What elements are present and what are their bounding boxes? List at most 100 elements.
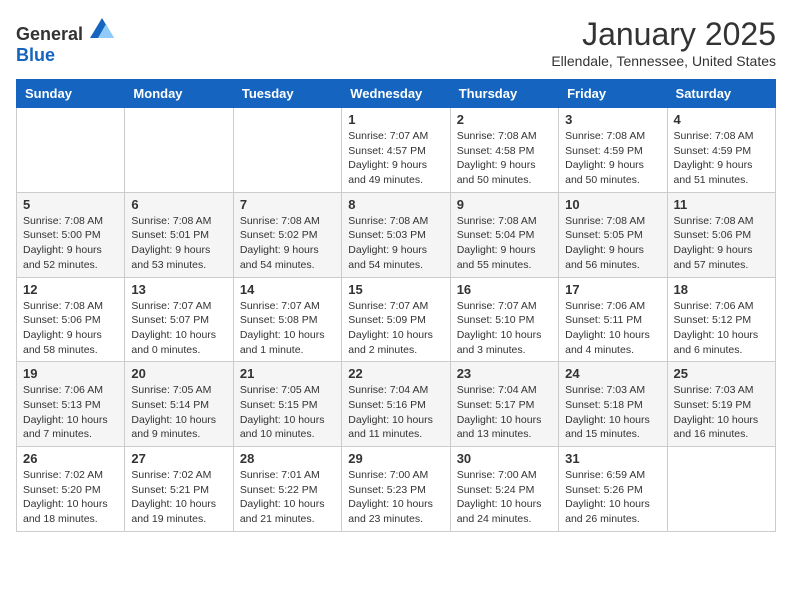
day-info: Sunrise: 7:08 AM Sunset: 5:06 PM Dayligh…	[674, 214, 769, 273]
day-info: Sunrise: 7:08 AM Sunset: 5:03 PM Dayligh…	[348, 214, 443, 273]
day-info: Sunrise: 7:00 AM Sunset: 5:24 PM Dayligh…	[457, 468, 552, 527]
day-info: Sunrise: 7:05 AM Sunset: 5:15 PM Dayligh…	[240, 383, 335, 442]
calendar-cell: 25Sunrise: 7:03 AM Sunset: 5:19 PM Dayli…	[667, 362, 775, 447]
calendar-cell: 22Sunrise: 7:04 AM Sunset: 5:16 PM Dayli…	[342, 362, 450, 447]
day-info: Sunrise: 7:08 AM Sunset: 5:01 PM Dayligh…	[131, 214, 226, 273]
calendar-cell: 13 Sunrise: 7:07 AM Sunset: 5:07 PM Dayli…	[125, 277, 233, 362]
calendar-cell: 5 Sunrise: 7:08 AM Sunset: 5:00 PM Daylig…	[17, 192, 125, 277]
col-header-monday: Monday	[125, 80, 233, 108]
calendar-cell: 6Sunrise: 7:08 AM Sunset: 5:01 PM Daylig…	[125, 192, 233, 277]
calendar-title: January 2025	[551, 16, 776, 53]
day-number: 11	[674, 197, 769, 212]
day-info: Sunrise: 7:08 AM Sunset: 4:59 PM Dayligh…	[674, 129, 769, 188]
calendar-cell: 23 Sunrise: 7:04 AM Sunset: 5:17 PM Dayli…	[450, 362, 558, 447]
calendar-cell: 28 Sunrise: 7:01 AM Sunset: 5:22 PM Dayli…	[233, 447, 341, 532]
day-number: 2	[457, 112, 552, 127]
calendar-cell: 9 Sunrise: 7:08 AM Sunset: 5:04 PM Daylig…	[450, 192, 558, 277]
day-info: Sunrise: 7:01 AM Sunset: 5:22 PM Dayligh…	[240, 468, 335, 527]
calendar-cell: 2 Sunrise: 7:08 AM Sunset: 4:58 PM Daylig…	[450, 108, 558, 193]
calendar-table: SundayMondayTuesdayWednesdayThursdayFrid…	[16, 79, 776, 532]
day-number: 4	[674, 112, 769, 127]
logo-icon	[90, 16, 114, 40]
calendar-cell: 21 Sunrise: 7:05 AM Sunset: 5:15 PM Dayli…	[233, 362, 341, 447]
day-info: Sunrise: 7:00 AM Sunset: 5:23 PM Dayligh…	[348, 468, 443, 527]
day-info: Sunrise: 7:06 AM Sunset: 5:12 PM Dayligh…	[674, 299, 769, 358]
calendar-cell: 30 Sunrise: 7:00 AM Sunset: 5:24 PM Dayli…	[450, 447, 558, 532]
calendar-cell: 4 Sunrise: 7:08 AM Sunset: 4:59 PM Daylig…	[667, 108, 775, 193]
calendar-header-row: SundayMondayTuesdayWednesdayThursdayFrid…	[17, 80, 776, 108]
calendar-cell: 7 Sunrise: 7:08 AM Sunset: 5:02 PM Daylig…	[233, 192, 341, 277]
day-number: 29	[348, 451, 443, 466]
calendar-week-row: 19Sunrise: 7:06 AM Sunset: 5:13 PM Dayli…	[17, 362, 776, 447]
calendar-cell	[667, 447, 775, 532]
title-block: January 2025 Ellendale, Tennessee, Unite…	[551, 16, 776, 69]
day-info: Sunrise: 7:08 AM Sunset: 5:05 PM Dayligh…	[565, 214, 660, 273]
day-number: 1	[348, 112, 443, 127]
col-header-wednesday: Wednesday	[342, 80, 450, 108]
day-number: 5	[23, 197, 118, 212]
day-number: 12	[23, 282, 118, 297]
logo: General Blue	[16, 16, 114, 66]
day-number: 15	[348, 282, 443, 297]
calendar-week-row: 12 Sunrise: 7:08 AM Sunset: 5:06 PM Dayli…	[17, 277, 776, 362]
logo-content: General Blue	[16, 16, 114, 66]
day-number: 23	[457, 366, 552, 381]
calendar-cell: 8Sunrise: 7:08 AM Sunset: 5:03 PM Daylig…	[342, 192, 450, 277]
calendar-cell: 18 Sunrise: 7:06 AM Sunset: 5:12 PM Dayli…	[667, 277, 775, 362]
calendar-cell: 12 Sunrise: 7:08 AM Sunset: 5:06 PM Dayli…	[17, 277, 125, 362]
logo-general: General	[16, 24, 83, 44]
calendar-cell: 3 Sunrise: 7:08 AM Sunset: 4:59 PM Daylig…	[559, 108, 667, 193]
day-info: Sunrise: 7:08 AM Sunset: 5:04 PM Dayligh…	[457, 214, 552, 273]
calendar-cell: 17 Sunrise: 7:06 AM Sunset: 5:11 PM Dayli…	[559, 277, 667, 362]
day-number: 3	[565, 112, 660, 127]
day-number: 21	[240, 366, 335, 381]
calendar-cell: 27 Sunrise: 7:02 AM Sunset: 5:21 PM Dayli…	[125, 447, 233, 532]
day-info: Sunrise: 7:02 AM Sunset: 5:20 PM Dayligh…	[23, 468, 118, 527]
day-number: 24	[565, 366, 660, 381]
day-number: 18	[674, 282, 769, 297]
day-info: Sunrise: 7:07 AM Sunset: 5:07 PM Dayligh…	[131, 299, 226, 358]
day-info: Sunrise: 7:08 AM Sunset: 4:59 PM Dayligh…	[565, 129, 660, 188]
day-info: Sunrise: 7:03 AM Sunset: 5:18 PM Dayligh…	[565, 383, 660, 442]
day-info: Sunrise: 7:06 AM Sunset: 5:11 PM Dayligh…	[565, 299, 660, 358]
day-info: Sunrise: 7:05 AM Sunset: 5:14 PM Dayligh…	[131, 383, 226, 442]
day-number: 30	[457, 451, 552, 466]
calendar-cell: 15 Sunrise: 7:07 AM Sunset: 5:09 PM Dayli…	[342, 277, 450, 362]
day-info: Sunrise: 7:08 AM Sunset: 5:00 PM Dayligh…	[23, 214, 118, 273]
calendar-cell: 31Sunrise: 6:59 AM Sunset: 5:26 PM Dayli…	[559, 447, 667, 532]
calendar-cell: 19Sunrise: 7:06 AM Sunset: 5:13 PM Dayli…	[17, 362, 125, 447]
day-info: Sunrise: 7:07 AM Sunset: 5:10 PM Dayligh…	[457, 299, 552, 358]
day-number: 9	[457, 197, 552, 212]
day-number: 26	[23, 451, 118, 466]
day-number: 13	[131, 282, 226, 297]
day-info: Sunrise: 7:02 AM Sunset: 5:21 PM Dayligh…	[131, 468, 226, 527]
col-header-thursday: Thursday	[450, 80, 558, 108]
day-info: Sunrise: 7:08 AM Sunset: 5:06 PM Dayligh…	[23, 299, 118, 358]
calendar-cell	[233, 108, 341, 193]
day-number: 28	[240, 451, 335, 466]
day-number: 10	[565, 197, 660, 212]
day-info: Sunrise: 7:03 AM Sunset: 5:19 PM Dayligh…	[674, 383, 769, 442]
day-number: 27	[131, 451, 226, 466]
calendar-cell	[17, 108, 125, 193]
calendar-week-row: 5 Sunrise: 7:08 AM Sunset: 5:00 PM Daylig…	[17, 192, 776, 277]
calendar-cell: 14 Sunrise: 7:07 AM Sunset: 5:08 PM Dayli…	[233, 277, 341, 362]
day-info: Sunrise: 7:07 AM Sunset: 5:09 PM Dayligh…	[348, 299, 443, 358]
calendar-cell: 11 Sunrise: 7:08 AM Sunset: 5:06 PM Dayli…	[667, 192, 775, 277]
col-header-sunday: Sunday	[17, 80, 125, 108]
day-info: Sunrise: 7:08 AM Sunset: 5:02 PM Dayligh…	[240, 214, 335, 273]
day-info: Sunrise: 7:04 AM Sunset: 5:16 PM Dayligh…	[348, 383, 443, 442]
calendar-cell: 26 Sunrise: 7:02 AM Sunset: 5:20 PM Dayli…	[17, 447, 125, 532]
day-number: 17	[565, 282, 660, 297]
day-info: Sunrise: 7:07 AM Sunset: 5:08 PM Dayligh…	[240, 299, 335, 358]
day-info: Sunrise: 6:59 AM Sunset: 5:26 PM Dayligh…	[565, 468, 660, 527]
day-number: 7	[240, 197, 335, 212]
day-number: 19	[23, 366, 118, 381]
calendar-cell: 10 Sunrise: 7:08 AM Sunset: 5:05 PM Dayli…	[559, 192, 667, 277]
col-header-friday: Friday	[559, 80, 667, 108]
calendar-subtitle: Ellendale, Tennessee, United States	[551, 53, 776, 69]
day-number: 14	[240, 282, 335, 297]
day-info: Sunrise: 7:08 AM Sunset: 4:58 PM Dayligh…	[457, 129, 552, 188]
day-info: Sunrise: 7:04 AM Sunset: 5:17 PM Dayligh…	[457, 383, 552, 442]
calendar-cell: 24 Sunrise: 7:03 AM Sunset: 5:18 PM Dayli…	[559, 362, 667, 447]
